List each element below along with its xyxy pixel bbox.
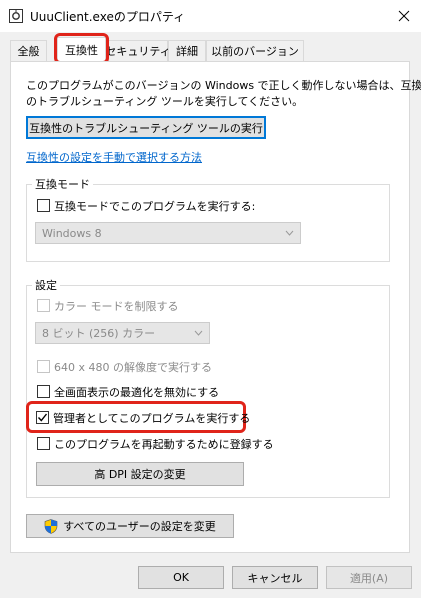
disable-fullscreen-label[interactable]: 全画面表示の最適化を無効にする (54, 384, 219, 400)
chevron-down-icon (194, 330, 203, 336)
tab-security[interactable]: セキュリティ (105, 40, 171, 61)
all-users-settings-button[interactable]: すべてのユーザーの設定を変更 (26, 514, 234, 538)
compat-mode-legend: 互換モード (32, 176, 93, 192)
os-version-dropdown: Windows 8 (35, 222, 301, 244)
tab-general[interactable]: 全般 (10, 40, 47, 61)
close-button[interactable] (387, 1, 421, 31)
tab-previous-versions[interactable]: 以前のバージョン (206, 40, 304, 61)
res-640-checkbox (37, 360, 50, 373)
register-restart-label[interactable]: このプログラムを再起動するために登録する (54, 436, 274, 452)
run-as-admin-label[interactable]: 管理者としてこのプログラムを実行する (53, 410, 250, 426)
manual-settings-link[interactable]: 互換性の設定を手動で選択する方法 (26, 149, 202, 165)
app-icon (9, 9, 23, 23)
troubleshoot-button[interactable]: 互換性のトラブルシューティング ツールの実行 (26, 116, 266, 139)
ok-button[interactable]: OK (138, 566, 224, 589)
reduced-color-checkbox (37, 299, 50, 312)
close-icon (398, 10, 410, 22)
run-as-admin-checkbox[interactable] (36, 411, 49, 424)
color-mode-dropdown: 8 ビット (256) カラー (35, 322, 210, 344)
shield-icon (44, 518, 58, 534)
intro-text-line2: のトラブルシューティング ツールを実行してください。 (26, 95, 304, 108)
reduced-color-label: カラー モードを制限する (54, 300, 179, 313)
window-title: UuuClient.exeのプロパティ (30, 10, 186, 24)
high-dpi-button[interactable]: 高 DPI 設定の変更 (36, 462, 244, 486)
res-640-label: 640 x 480 の解像度で実行する (54, 361, 212, 374)
title-bar: UuuClient.exeのプロパティ (0, 0, 421, 32)
register-restart-checkbox[interactable] (37, 437, 50, 450)
intro-text-line1: このプログラムがこのバージョンの Windows で正しく動作しない場合は、互換… (26, 79, 421, 92)
compat-mode-label[interactable]: 互換モードでこのプログラムを実行する: (54, 198, 255, 214)
disable-fullscreen-checkbox[interactable] (37, 385, 50, 398)
tab-details[interactable]: 詳細 (168, 40, 206, 61)
apply-button: 適用(A) (326, 566, 412, 589)
checkmark-icon (37, 413, 48, 422)
settings-legend: 設定 (32, 277, 60, 293)
compat-tab-highlight (54, 33, 109, 64)
chevron-down-icon (285, 230, 294, 236)
cancel-button[interactable]: キャンセル (232, 566, 318, 589)
compat-mode-checkbox[interactable] (37, 199, 50, 212)
